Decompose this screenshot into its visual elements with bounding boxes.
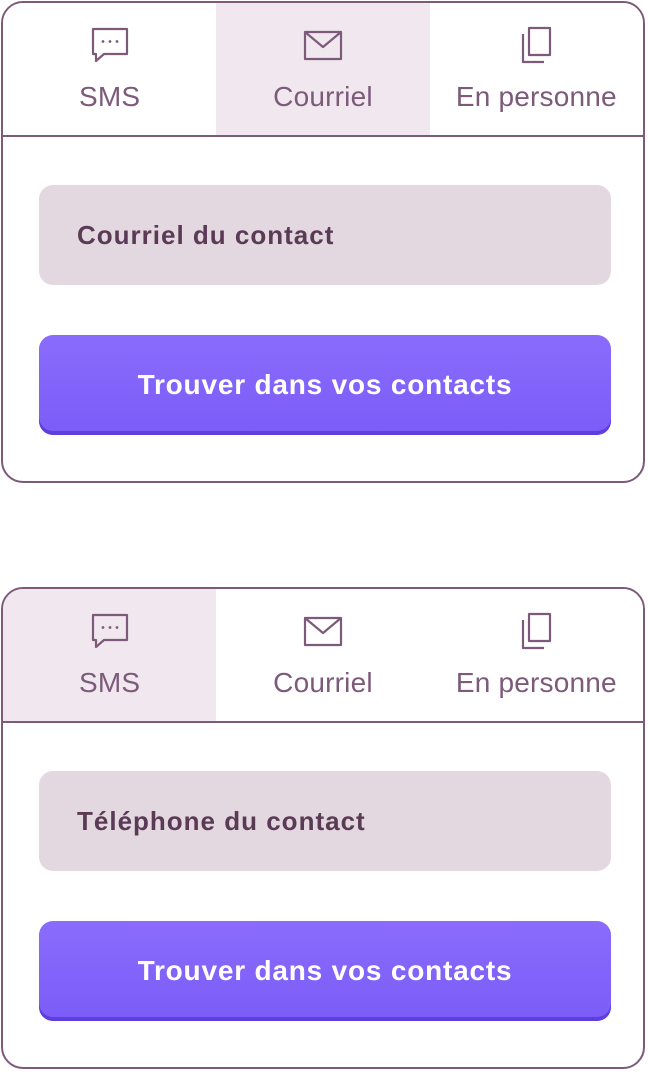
tab-courriel[interactable]: Courriel [216,3,430,135]
tab-courriel-label: Courriel [273,81,373,112]
contact-phone-field[interactable]: Téléphone du contact [39,771,611,871]
copy-icon [516,25,556,65]
share-method-tabs: SMS Courriel En personne [3,589,643,723]
share-panel-sms: SMS Courriel En personne Téléphone du co… [1,587,645,1069]
tab-courriel-label: Courriel [273,667,373,698]
tab-sms[interactable]: SMS [3,3,217,135]
find-in-contacts-button[interactable]: Trouver dans vos contacts [39,921,611,1021]
tab-sms[interactable]: SMS [3,589,217,721]
tab-en-personne[interactable]: En personne [429,589,643,721]
mail-icon [303,611,343,651]
share-panel-email: SMS Courriel En personne Courriel du con… [1,1,645,483]
find-in-contacts-button[interactable]: Trouver dans vos contacts [39,335,611,435]
chat-bubble-icon [90,25,130,65]
tab-sms-label: SMS [79,81,141,112]
tab-en-personne-label: En personne [455,667,617,698]
contact-email-field[interactable]: Courriel du contact [39,185,611,285]
tab-courriel[interactable]: Courriel [216,589,430,721]
chat-bubble-icon [90,611,130,651]
tab-sms-label: SMS [79,667,141,698]
copy-icon [516,611,556,651]
tab-en-personne-label: En personne [455,81,617,112]
share-method-tabs: SMS Courriel En personne [3,3,643,137]
mail-icon [303,25,343,65]
tab-en-personne[interactable]: En personne [429,3,643,135]
